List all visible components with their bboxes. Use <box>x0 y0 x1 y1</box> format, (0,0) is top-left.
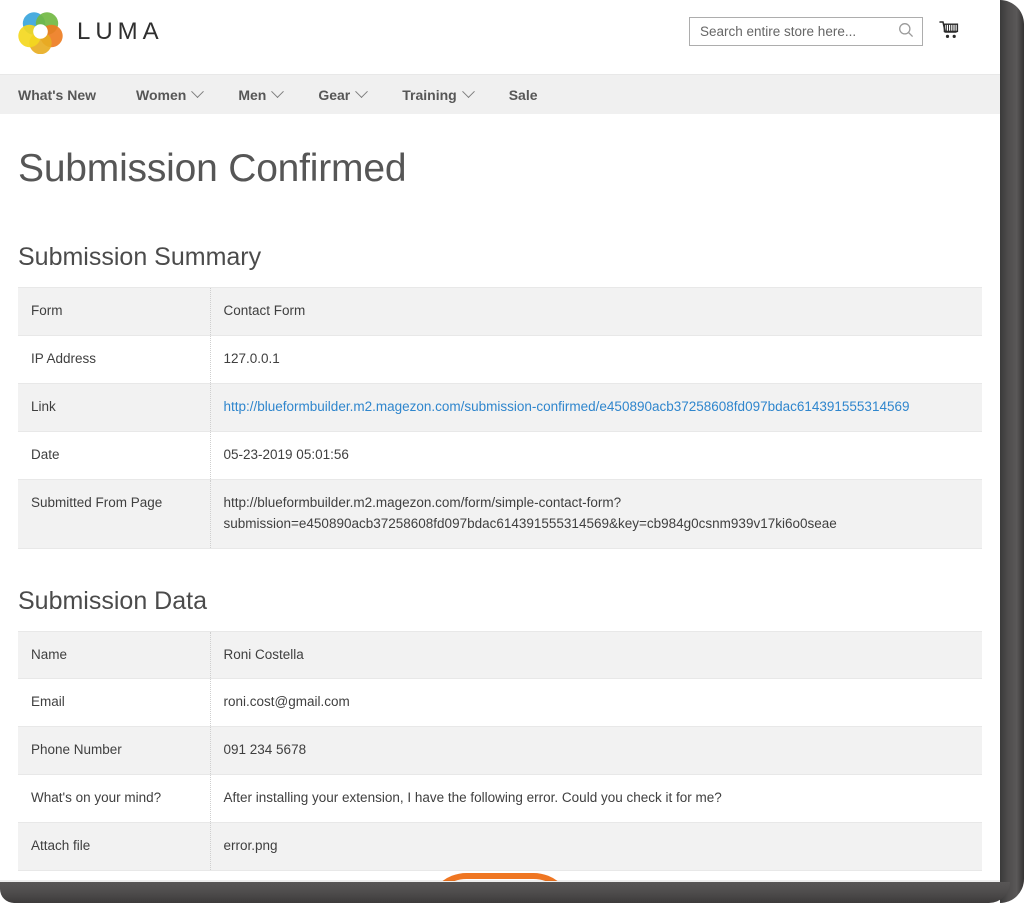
site-header: LUMA <box>0 0 1000 74</box>
search-icon <box>898 22 914 41</box>
submission-link[interactable]: http://blueformbuilder.m2.magezon.com/su… <box>224 399 910 414</box>
table-row: IP Address 127.0.0.1 <box>18 335 982 384</box>
table-row: Email roni.cost@gmail.com <box>18 678 982 728</box>
row-value: 127.0.0.1 <box>210 335 982 384</box>
submission-data-table: Name Roni Costella Email roni.cost@gmail… <box>18 630 982 872</box>
table-row: Date 05-23-2019 05:01:56 <box>18 431 982 480</box>
page-title: Submission Confirmed <box>18 147 407 190</box>
cart-button[interactable] <box>934 16 964 46</box>
nav-item-men[interactable]: Men <box>238 85 300 103</box>
table-row: What's on your mind? After installing yo… <box>18 774 982 824</box>
chevron-down-icon <box>191 85 205 99</box>
table-row: Form Contact Form <box>18 287 982 336</box>
table-row: Name Roni Costella <box>18 630 982 680</box>
shopping-cart-icon <box>937 18 961 45</box>
row-value: Contact Form <box>210 287 982 336</box>
chevron-down-icon <box>461 85 475 99</box>
chevron-down-icon <box>355 85 369 99</box>
nav-item-whats-new[interactable]: What's New <box>18 87 114 103</box>
row-value: After installing your extension, I have … <box>210 774 982 824</box>
nav-item-label: Men <box>238 86 267 103</box>
table-row: Submitted From Page http://blueformbuild… <box>18 479 982 549</box>
row-key: Form <box>18 287 211 336</box>
nav-item-label: Sale <box>508 86 538 103</box>
device-frame: LUMA Search entire store here... What's … <box>0 0 1024 924</box>
row-key: Link <box>18 383 211 432</box>
row-value: http://blueformbuilder.m2.magezon.com/fo… <box>210 479 982 549</box>
main-navigation: What's New Women Men Gear Training Sale <box>0 74 1000 114</box>
nav-item-sale[interactable]: Sale <box>509 87 556 103</box>
main-content: Submission Confirmed Submission Summary … <box>0 147 1000 881</box>
brand-name: LUMA <box>77 17 164 45</box>
nav-item-label: Gear <box>318 86 351 103</box>
row-value: http://blueformbuilder.m2.magezon.com/su… <box>210 383 982 432</box>
row-value: error.png <box>210 822 982 872</box>
nav-item-label: What's New <box>18 86 97 103</box>
table-row: Phone Number 091 234 5678 <box>18 726 982 776</box>
nav-item-women[interactable]: Women <box>136 85 220 103</box>
submission-summary-table: Form Contact Form IP Address 127.0.0.1 L… <box>18 287 982 549</box>
device-frame-right-edge <box>1000 0 1024 903</box>
row-value: 05-23-2019 05:01:56 <box>210 431 982 480</box>
device-frame-bottom-edge <box>0 882 1010 903</box>
search-button[interactable] <box>890 18 922 45</box>
device-frame-top-right-corner <box>1000 0 1024 26</box>
browser-viewport: LUMA Search entire store here... What's … <box>0 0 1000 881</box>
section-title-submission-summary: Submission Summary <box>18 243 262 271</box>
device-frame-bottom-left-corner <box>0 882 34 903</box>
nav-item-training[interactable]: Training <box>402 85 490 103</box>
row-key: Submitted From Page <box>18 479 211 549</box>
search-box[interactable] <box>689 17 923 46</box>
nav-item-label: Training <box>402 86 457 103</box>
row-key: Name <box>18 630 211 680</box>
row-key: Phone Number <box>18 726 211 776</box>
row-value: Roni Costella <box>210 630 982 680</box>
site-logo[interactable]: LUMA <box>18 9 164 54</box>
row-key: Email <box>18 678 211 728</box>
row-key: Date <box>18 431 211 480</box>
table-row: Link http://blueformbuilder.m2.magezon.c… <box>18 383 982 432</box>
section-title-submission-data: Submission Data <box>18 586 207 615</box>
table-row: Attach file error.png <box>18 822 982 872</box>
nav-item-label: Women <box>136 86 187 103</box>
row-key: IP Address <box>18 335 211 384</box>
row-key: Attach file <box>18 822 211 872</box>
row-key: What's on your mind? <box>18 774 211 824</box>
row-value: 091 234 5678 <box>210 726 982 776</box>
nav-item-gear[interactable]: Gear <box>318 85 384 103</box>
luma-flower-logo-icon <box>18 9 63 54</box>
search-input[interactable] <box>690 18 890 45</box>
chevron-down-icon <box>271 85 285 99</box>
row-value: roni.cost@gmail.com <box>210 678 982 728</box>
